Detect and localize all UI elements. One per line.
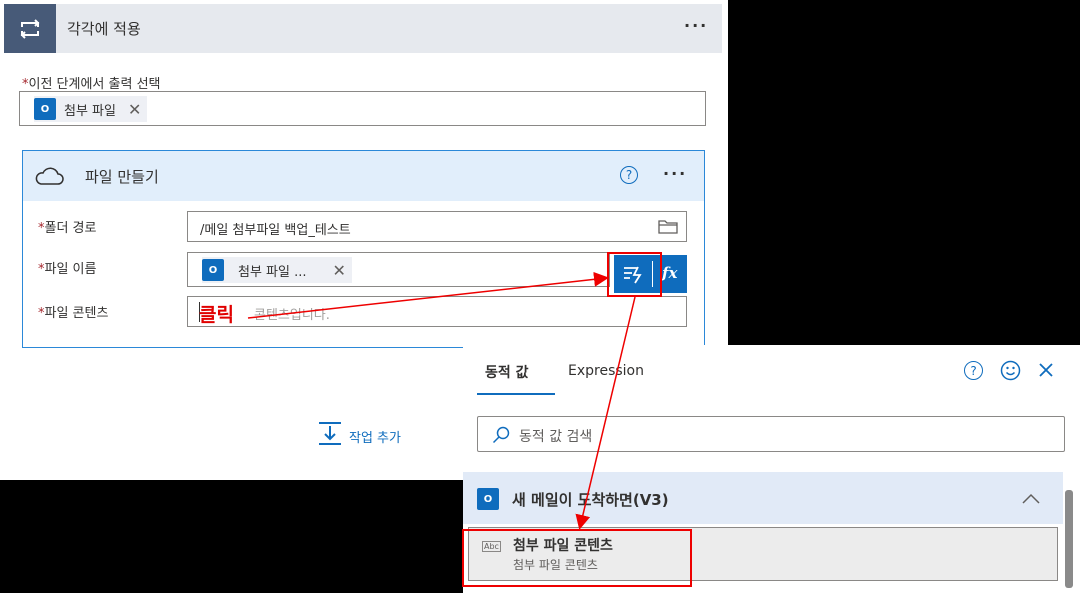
arrow-button-to-item <box>575 296 636 530</box>
annotation-arrows <box>247 271 636 530</box>
arrow-click-to-button <box>247 271 609 319</box>
